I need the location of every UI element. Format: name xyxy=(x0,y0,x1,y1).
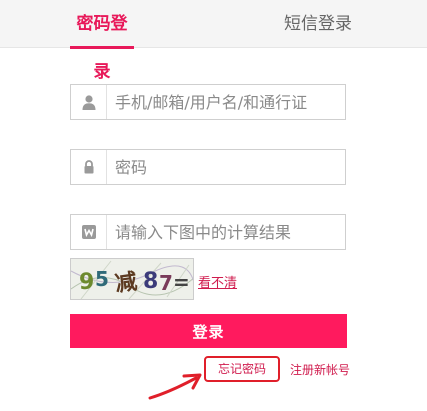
captcha-field xyxy=(70,214,346,250)
svg-text:5: 5 xyxy=(95,267,109,291)
svg-text:8: 8 xyxy=(143,269,158,294)
annotation-arrow-icon xyxy=(148,373,202,400)
svg-text:9: 9 xyxy=(79,270,94,295)
captcha-icon xyxy=(71,215,107,249)
login-button[interactable]: 登录 xyxy=(70,314,347,348)
account-field xyxy=(70,84,346,120)
password-input[interactable] xyxy=(115,150,341,184)
password-field xyxy=(70,149,346,185)
forgot-password-highlight: 忘记密码 xyxy=(204,356,280,382)
forgot-password-link[interactable]: 忘记密码 xyxy=(206,358,278,380)
captcha-refresh-link[interactable]: 看不清 xyxy=(198,272,237,291)
account-input[interactable] xyxy=(115,85,341,119)
svg-text:7: 7 xyxy=(159,271,173,295)
register-link[interactable]: 注册新帐号 xyxy=(290,361,350,378)
lock-icon xyxy=(71,150,107,184)
tab-password-login[interactable]: 密码登录 xyxy=(70,0,134,82)
login-tabs: 密码登录 短信登录 xyxy=(0,0,427,82)
captcha-image[interactable]: 9 5 减 8 7 = xyxy=(70,258,194,300)
svg-text:减: 减 xyxy=(113,268,138,297)
svg-text:=: = xyxy=(173,270,190,294)
captcha-input[interactable] xyxy=(115,215,341,249)
tab-sms-login[interactable]: 短信登录 xyxy=(284,0,352,48)
user-icon xyxy=(71,85,107,119)
